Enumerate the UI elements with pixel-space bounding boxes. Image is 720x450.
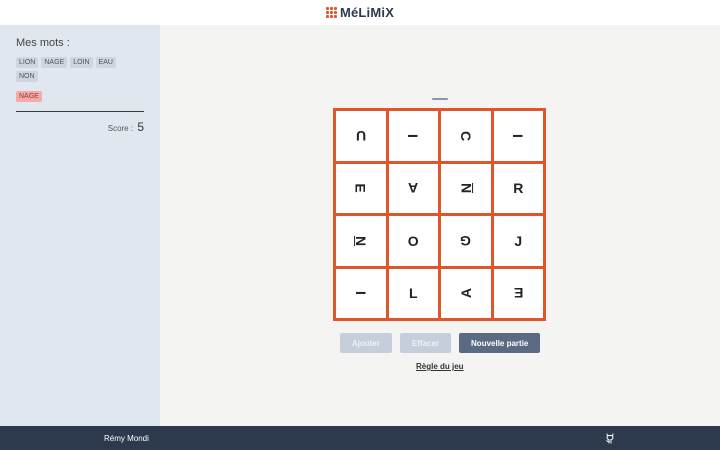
score: Score : 5 <box>16 120 144 134</box>
divider <box>16 111 144 112</box>
rules-link[interactable]: Règle du jeu <box>416 362 464 371</box>
letter: A <box>457 288 474 299</box>
letter: E <box>352 183 369 193</box>
letter-cell[interactable]: I <box>336 268 386 318</box>
app-title: MéLiMiX <box>339 5 395 20</box>
letter-cell[interactable]: O <box>388 216 438 266</box>
grid-icon <box>325 7 337 18</box>
letter-cell[interactable]: E <box>336 163 386 213</box>
letter: L <box>408 285 418 302</box>
word-chip: LION <box>16 57 39 68</box>
new-game-button[interactable]: Nouvelle partie <box>459 333 540 353</box>
letter: O <box>407 232 419 249</box>
letter-cell[interactable]: I <box>388 111 438 161</box>
footer: Rémy Mondi <box>0 426 720 450</box>
score-value: 5 <box>137 120 144 134</box>
letter: A <box>408 180 419 197</box>
add-word-button[interactable]: Ajouter <box>340 333 392 353</box>
letter-cell[interactable]: E <box>493 268 543 318</box>
letter-cell[interactable]: C <box>441 111 491 161</box>
word-chip: LOIN <box>70 57 93 68</box>
letter: I <box>352 291 369 296</box>
game-area: U I C I E A N R N O G J I L A E Ajouter Effacer Nouvell… <box>160 25 720 426</box>
found-words-list: LION NAGE LOIN EAU NON <box>16 57 136 82</box>
letter: E <box>513 285 523 302</box>
letter-cell[interactable]: A <box>441 268 491 318</box>
clear-button[interactable]: Effacer <box>399 333 452 353</box>
letter: C <box>457 130 474 141</box>
letter: N <box>352 235 369 246</box>
letter: U <box>355 127 366 144</box>
letter-cell[interactable]: J <box>493 216 543 266</box>
letter-cell[interactable]: N <box>441 163 491 213</box>
letter: R <box>513 180 524 197</box>
letter-grid: U I C I E A N R N O G J I L A E <box>333 108 546 321</box>
letter-cell[interactable]: U <box>336 111 386 161</box>
letter-cell[interactable]: N <box>336 216 386 266</box>
action-buttons: Ajouter Effacer Nouvelle partie <box>340 333 540 353</box>
letter: G <box>460 232 472 249</box>
letter-cell[interactable]: A <box>388 163 438 213</box>
letter-cell[interactable]: R <box>493 163 543 213</box>
letter-cell[interactable]: I <box>493 111 543 161</box>
word-chip: EAU <box>95 57 116 68</box>
letter-cell[interactable]: G <box>441 216 491 266</box>
letter: J <box>514 232 523 249</box>
invalid-word-chip: NAGE <box>16 91 42 102</box>
letter: I <box>405 133 422 138</box>
author-name: Rémy Mondi <box>104 433 149 443</box>
current-words-list: NAGE <box>16 91 144 102</box>
word-chip: NAGE <box>41 57 68 68</box>
letter: N <box>457 183 474 194</box>
current-word-display <box>432 98 448 100</box>
score-label: Score : <box>107 124 134 133</box>
github-icon[interactable] <box>604 432 616 444</box>
words-title: Mes mots : <box>16 37 70 49</box>
sidebar: Mes mots : LION NAGE LOIN EAU NON NAGE S… <box>0 25 160 426</box>
app-header: MéLiMiX <box>0 0 720 25</box>
letter: I <box>510 133 527 138</box>
letter-cell[interactable]: L <box>388 268 438 318</box>
word-chip: NON <box>16 71 38 82</box>
